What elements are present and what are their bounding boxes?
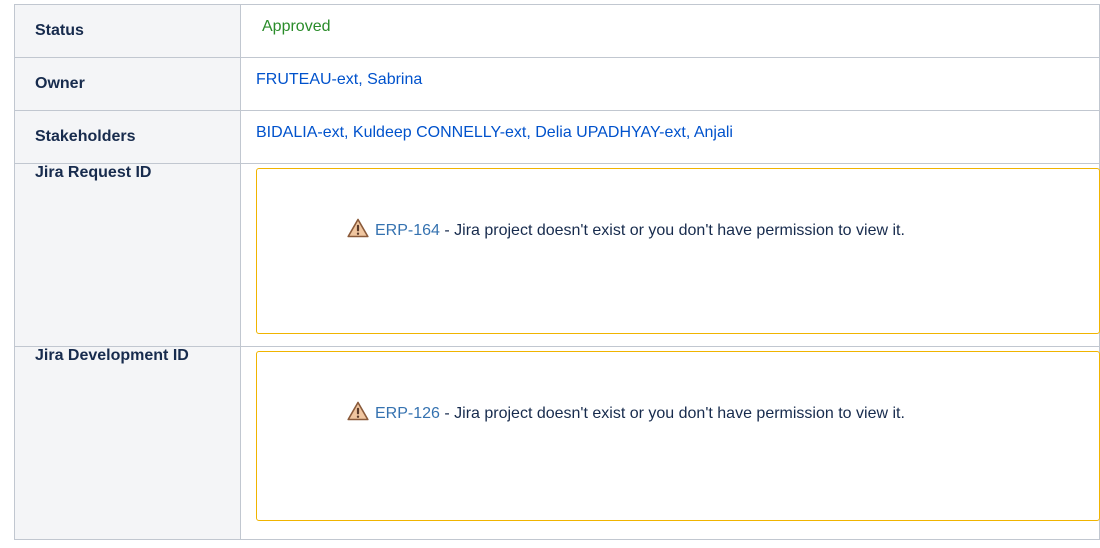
status-row: Status Approved <box>14 4 1100 58</box>
owner-label: Owner <box>14 57 241 111</box>
stakeholders-label: Stakeholders <box>14 110 241 164</box>
jira-error-text: - Jira project doesn't exist or you don'… <box>439 405 905 422</box>
jira-warning-box: ERP-164 - Jira project doesn't exist or … <box>256 168 1100 334</box>
jira-issue-link[interactable]: ERP-164 <box>375 222 440 239</box>
jira-warning-message: ERP-126 - Jira project doesn't exist or … <box>347 396 1079 435</box>
owner-row: Owner FRUTEAU-ext, Sabrina <box>14 57 1100 111</box>
stakeholder-user-link[interactable]: BIDALIA-ext, Kuldeep <box>256 124 412 141</box>
stakeholder-user-link[interactable]: CONNELLY-ext, Delia <box>416 124 572 141</box>
warning-icon <box>347 216 369 252</box>
status-cell: Approved <box>240 4 1100 58</box>
jira-request-row: Jira Request ID ERP-164 - Jira project d… <box>14 163 1100 347</box>
status-value: Approved <box>262 18 331 35</box>
warning-icon <box>347 399 369 435</box>
owner-user-link[interactable]: FRUTEAU-ext, Sabrina <box>256 71 422 88</box>
jira-development-label: Jira Development ID <box>14 346 241 540</box>
jira-warning-message: ERP-164 - Jira project doesn't exist or … <box>347 213 1079 252</box>
jira-error-text: - Jira project doesn't exist or you don'… <box>439 222 905 239</box>
jira-request-cell: ERP-164 - Jira project doesn't exist or … <box>240 163 1100 347</box>
jira-request-label: Jira Request ID <box>14 163 241 347</box>
page-properties-table: Status Approved Owner FRUTEAU-ext, Sabri… <box>14 4 1100 540</box>
jira-issue-link[interactable]: ERP-126 <box>375 405 440 422</box>
jira-development-cell: ERP-126 - Jira project doesn't exist or … <box>240 346 1100 540</box>
stakeholders-row: Stakeholders BIDALIA-ext, Kuldeep CONNEL… <box>14 110 1100 164</box>
status-label: Status <box>14 4 241 58</box>
stakeholder-user-link[interactable]: UPADHYAY-ext, Anjali <box>576 124 733 141</box>
owner-cell: FRUTEAU-ext, Sabrina <box>240 57 1100 111</box>
jira-development-row: Jira Development ID ERP-126 - Jira proje… <box>14 346 1100 540</box>
jira-warning-box: ERP-126 - Jira project doesn't exist or … <box>256 351 1100 521</box>
stakeholders-cell: BIDALIA-ext, Kuldeep CONNELLY-ext, Delia… <box>240 110 1100 164</box>
